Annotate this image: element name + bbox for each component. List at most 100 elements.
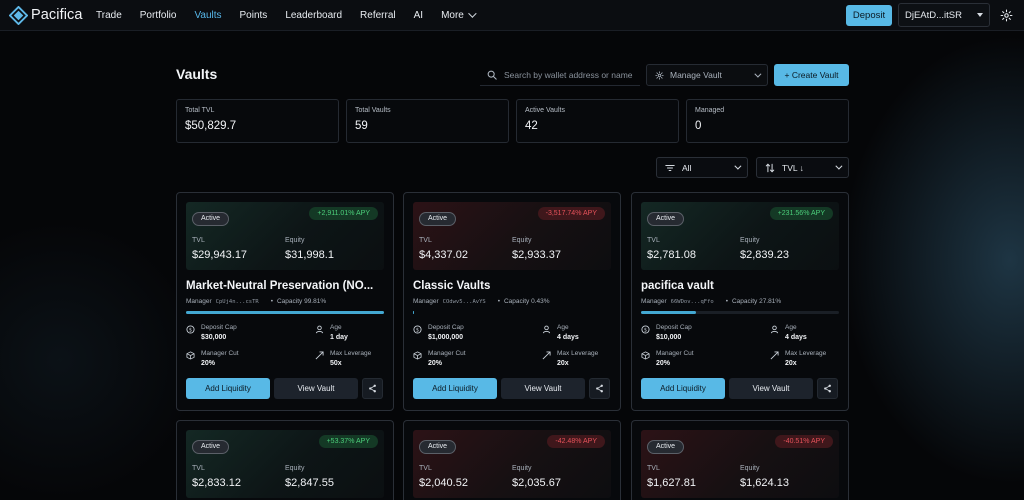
equity-label: Equity [512,465,532,472]
manager-cut: Manager Cut 20% [641,350,740,376]
vault-name[interactable]: Classic Vaults [413,280,611,292]
stat-value: $50,829.7 [185,120,237,132]
user-icon [542,325,551,334]
deposit-cap-label: Deposit Cap [656,324,692,331]
max-leverage-label: Max Leverage [785,350,827,357]
gear-icon [1000,9,1012,21]
age-label: Age [557,324,569,331]
manager-cut-label: Manager Cut [428,350,466,357]
deposit-cap: $ Deposit Cap $10,000 [641,324,740,350]
status-filter[interactable]: All [656,157,748,178]
manager-cut: Manager Cut 20% [413,350,512,376]
user-icon [315,325,324,334]
nav-referral[interactable]: Referral [360,10,396,21]
stat-total-vaults: Total Vaults 59 [346,99,509,143]
stat-label: Active Vaults [525,107,565,114]
add-liquidity-button[interactable]: Add Liquidity [186,378,270,399]
manager-label: Manager [186,298,212,305]
coin-icon: $ [413,325,422,334]
logo[interactable]: Pacifica [9,5,91,25]
tvl-label: TVL [419,237,432,244]
deposit-cap: $ Deposit Cap $1,000,000 [413,324,512,350]
nav-points[interactable]: Points [240,10,268,21]
deposit-cap-value: $1,000,000 [428,334,464,341]
nav-portfolio[interactable]: Portfolio [140,10,177,21]
cube-icon [413,351,422,360]
view-vault-button[interactable]: View Vault [729,378,813,399]
vault-card[interactable]: Active +2,911.01% APY TVL $29,943.17 Equi… [176,192,394,411]
manage-vault-select[interactable]: Manage Vault [646,64,768,86]
add-liquidity-button[interactable]: Add Liquidity [413,378,497,399]
view-vault-button[interactable]: View Vault [274,378,358,399]
apy-badge: +2,911.01% APY [309,207,378,220]
search-input[interactable] [504,69,634,80]
vault-name[interactable]: Market-Neutral Preservation (NO... [186,280,384,292]
share-button[interactable] [589,378,610,399]
tvl-value: $29,943.17 [192,249,248,261]
settings-button[interactable] [994,3,1018,27]
equity-label: Equity [285,465,305,472]
capacity-bar [413,311,611,314]
nav-trade[interactable]: Trade [96,10,122,21]
manager-address[interactable]: CpUj4n...csTR [216,299,259,305]
equity-value: $2,035.67 [512,477,561,489]
search-box [480,64,640,86]
view-vault-button[interactable]: View Vault [501,378,585,399]
vault-card[interactable]: Active -42.48% APY TVL $2,040.52 Equity $2… [403,420,621,500]
deposit-cap: $ Deposit Cap $30,000 [186,324,285,350]
add-liquidity-button[interactable]: Add Liquidity [641,378,725,399]
wallet-selector[interactable]: DjEAtD...itSR [898,3,990,27]
vault-summary: Active -42.48% APY TVL $2,040.52 Equity $2… [413,430,611,498]
status-filter-value: All [682,162,692,173]
capacity-bar-fill [186,311,384,314]
sort-select[interactable]: TVL ↓ [756,157,849,178]
create-vault-button[interactable]: + Create Vault [774,64,849,86]
deposit-cap-label: Deposit Cap [428,324,464,331]
equity-value: $2,933.37 [512,249,561,261]
manager-address[interactable]: 66WDov...qFfo [671,299,714,305]
vault-summary: Active -40.51% APY TVL $1,627.81 Equity $1… [641,430,839,498]
status-badge: Active [647,440,685,454]
vault-card[interactable]: Active +231.56% APY TVL $2,781.08 Equity $… [631,192,849,411]
equity-value: $2,839.23 [740,249,789,261]
max-leverage: Max Leverage 50x [285,350,384,376]
max-leverage-label: Max Leverage [557,350,599,357]
nav-more[interactable]: More [441,9,477,21]
deposit-cap-label: Deposit Cap [201,324,237,331]
capacity-bar [186,311,384,314]
share-button[interactable] [817,378,838,399]
stat-label: Total TVL [185,107,215,114]
search-icon [487,70,497,80]
stat-total-tvl: Total TVL $50,829.7 [176,99,339,143]
leverage-icon [315,351,324,360]
share-button[interactable] [362,378,383,399]
gear-icon [655,70,664,80]
age-value: 1 day [330,334,348,341]
pacifica-logo-icon [9,5,28,25]
vault-card[interactable]: Active -40.51% APY TVL $1,627.81 Equity $1… [631,420,849,500]
tvl-value: $1,627.81 [647,477,696,489]
capacity-text: Capacity 99.81% [276,298,327,305]
age-value: 4 days [557,334,579,341]
age-label: Age [330,324,342,331]
vault-card[interactable]: Active -3,517.74% APY TVL $4,337.02 Equit… [403,192,621,411]
equity-label: Equity [740,465,760,472]
equity-value: $31,998.1 [285,249,334,261]
max-leverage-label: Max Leverage [330,350,372,357]
nav-vaults[interactable]: Vaults [194,10,221,21]
deposit-button[interactable]: Deposit [846,4,892,26]
nav-ai[interactable]: AI [414,10,423,21]
stat-active-vaults: Active Vaults 42 [516,99,679,143]
manager-label: Manager [413,298,439,305]
tvl-label: TVL [192,237,205,244]
vault-name[interactable]: pacifica vault [641,280,839,292]
vault-card[interactable]: Active +53.37% APY TVL $2,833.12 Equity $2… [176,420,394,500]
capacity-bar-fill [413,311,414,314]
wallet-address: DjEAtD...itSR [905,9,963,21]
manager-address[interactable]: COdwv5...AvYS [443,299,486,305]
nav-leaderboard[interactable]: Leaderboard [285,10,342,21]
apy-badge: -3,517.74% APY [537,207,605,220]
status-badge: Active [419,440,457,454]
chevron-down-icon [468,9,477,18]
stat-value: 42 [525,120,538,132]
